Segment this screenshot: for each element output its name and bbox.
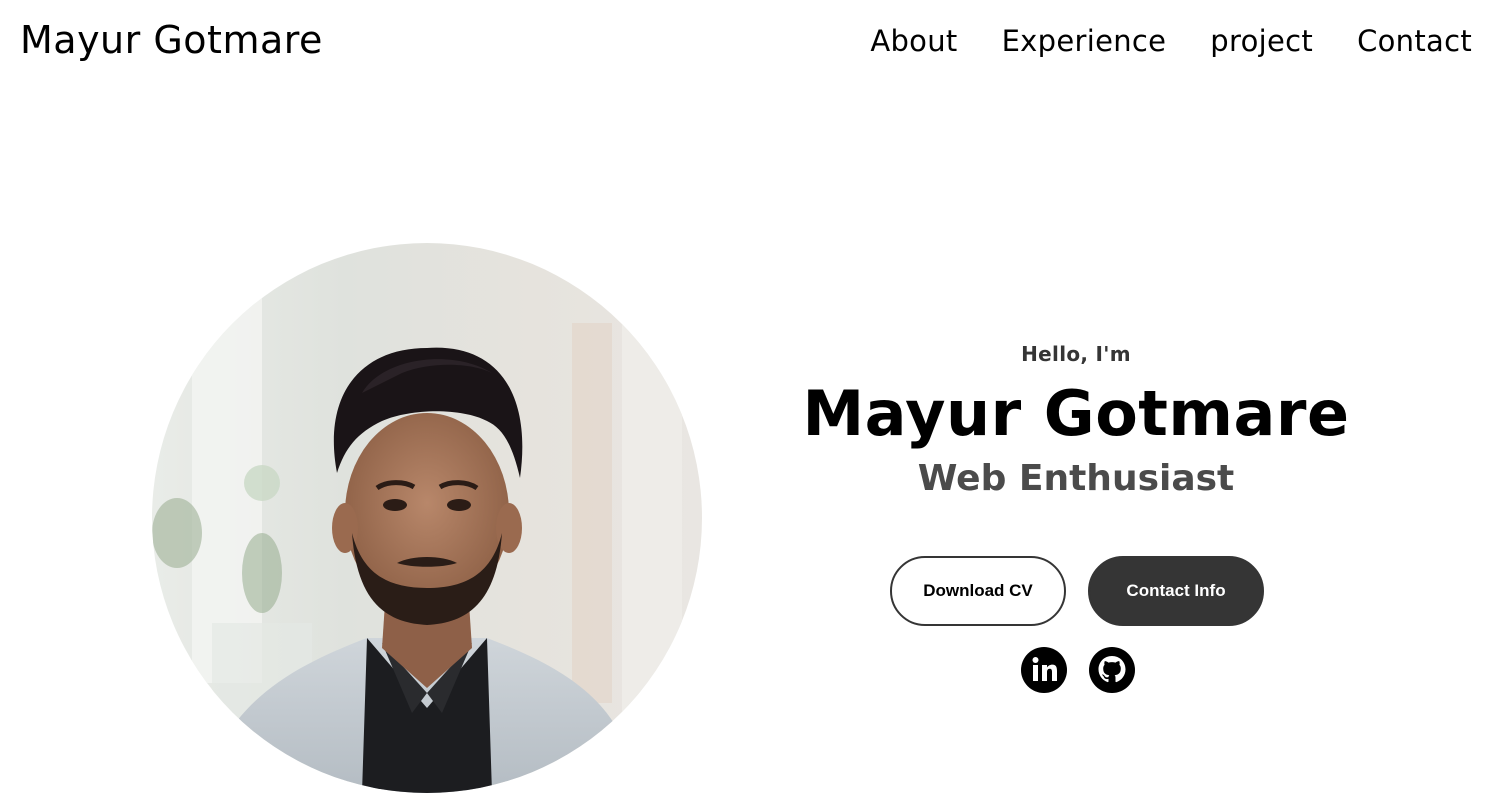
- github-icon[interactable]: [1089, 647, 1135, 693]
- profile-picture: [152, 243, 702, 793]
- nav-link-project[interactable]: project: [1210, 24, 1313, 58]
- download-cv-button[interactable]: Download CV: [890, 556, 1066, 626]
- hero-section: Hello, I'm Mayur Gotmare Web Enthusiast: [776, 342, 1376, 499]
- contact-info-button[interactable]: Contact Info: [1088, 556, 1264, 626]
- nav-link-contact[interactable]: Contact: [1357, 24, 1472, 58]
- greeting-text: Hello, I'm: [1021, 342, 1131, 366]
- nav-link-about[interactable]: About: [870, 24, 957, 58]
- linkedin-icon[interactable]: [1021, 647, 1067, 693]
- nav-links: About Experience project Contact: [870, 24, 1472, 58]
- top-navigation: Mayur Gotmare About Experience project C…: [0, 0, 1491, 90]
- nav-link-experience[interactable]: Experience: [1002, 24, 1167, 58]
- hero-tagline: Web Enthusiast: [917, 458, 1235, 500]
- hero-name: Mayur Gotmare: [802, 377, 1350, 450]
- hero-buttons: Download CV Contact Info: [890, 556, 1264, 626]
- social-links: [1021, 647, 1135, 693]
- site-logo[interactable]: Mayur Gotmare: [20, 18, 323, 62]
